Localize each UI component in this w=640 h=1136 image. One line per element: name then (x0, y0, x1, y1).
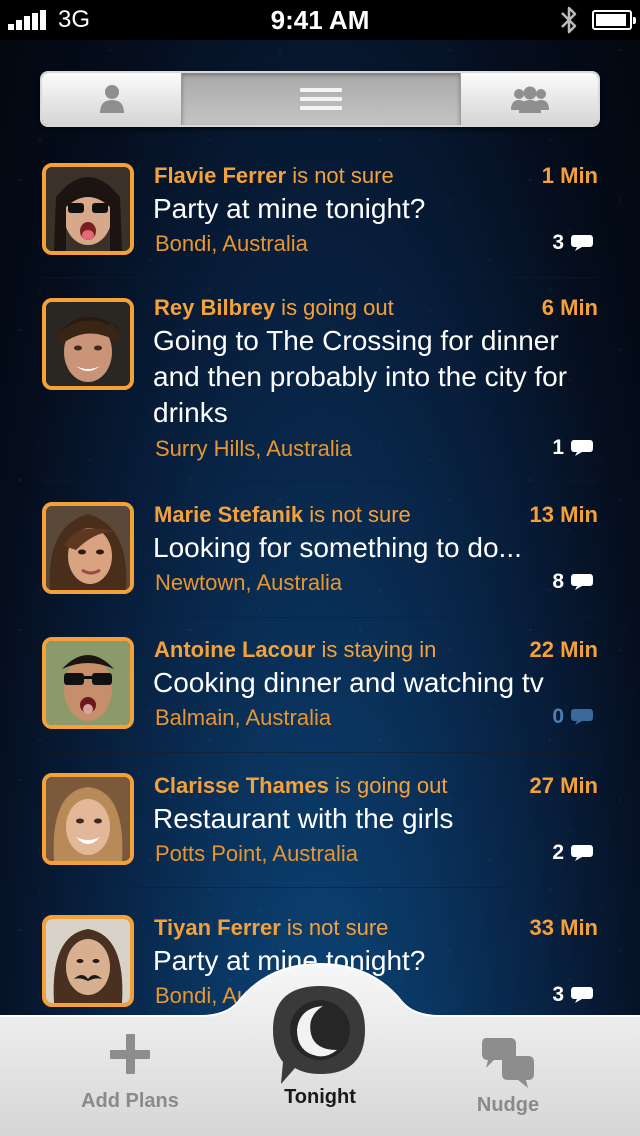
post-time: 33 Min (529, 915, 598, 940)
tab-nudge[interactable]: Nudge (438, 1036, 578, 1117)
post-time: 1 Min (541, 163, 598, 188)
user-status: is not sure (280, 915, 389, 940)
post-time: 6 Min (541, 295, 598, 320)
comment-count[interactable]: 3 (552, 231, 594, 255)
tab-bar: Add Plans Tonight Nudge (0, 960, 640, 1136)
comment-count[interactable]: 0 (552, 705, 594, 729)
segment-friends[interactable] (460, 73, 598, 125)
battery-icon (592, 10, 636, 30)
speech-bubble-icon (571, 235, 593, 251)
person-icon (99, 85, 124, 113)
user-status: is going out (275, 295, 394, 320)
status-time: 9:41 AM (270, 5, 370, 35)
speech-bubble-icon (571, 440, 593, 456)
plan-location: Surry Hills, Australia (155, 436, 352, 461)
plan-location: Potts Point, Australia (155, 841, 358, 866)
user-name[interactable]: Tiyan Ferrer (154, 915, 281, 940)
screen: 3G 9:41 AM Flavie Ferrer is not sure 1 M… (0, 0, 640, 1136)
user-status: is going out (328, 773, 448, 798)
post-time: 13 Min (529, 502, 598, 527)
moon-bubble-icon (273, 986, 365, 1084)
plan-text: Looking for something to do... (153, 532, 522, 563)
user-name[interactable]: Antoine Lacour (154, 637, 315, 662)
user-name[interactable]: Marie Stefanik (154, 502, 303, 527)
comment-count[interactable]: 2 (552, 841, 594, 865)
user-status: is not sure (303, 502, 411, 527)
divider (42, 752, 598, 753)
divider (42, 887, 598, 888)
user-status: is not sure (286, 163, 394, 188)
user-name[interactable]: Flavie Ferrer (154, 163, 286, 188)
user-name[interactable]: Clarisse Thames (154, 773, 329, 798)
speech-bubble-icon (571, 574, 593, 590)
list-icon (300, 88, 342, 110)
segment-everyone[interactable] (182, 73, 460, 125)
bluetooth-icon (561, 6, 577, 34)
speech-bubble-icon (571, 845, 593, 861)
plan-location: Newtown, Australia (155, 570, 343, 595)
segment-me[interactable] (42, 73, 182, 125)
post-time: 22 Min (529, 637, 598, 662)
avatar[interactable] (42, 502, 134, 594)
tab-add-plans[interactable]: Add Plans (60, 1032, 200, 1113)
avatar[interactable] (42, 163, 134, 255)
avatar[interactable] (42, 637, 134, 729)
tab-tonight[interactable]: Tonight (250, 980, 390, 1109)
group-icon (510, 86, 549, 113)
plan-text: Cooking dinner and watching tv (153, 667, 544, 698)
comment-count[interactable]: 8 (552, 570, 594, 594)
plan-location: Balmain, Australia (155, 705, 332, 730)
comment-count[interactable]: 1 (552, 436, 594, 460)
feed-filter-segmented-control (40, 71, 600, 127)
tab-label: Add Plans (81, 1090, 179, 1112)
plan-text: Restaurant with the girls (153, 803, 454, 834)
user-name[interactable]: Rey Bilbrey (154, 295, 275, 320)
tab-label: Nudge (476, 1094, 540, 1116)
avatar[interactable] (42, 298, 134, 390)
plan-location: Bondi, Australia (155, 231, 308, 256)
plan-text: Party at mine tonight? (153, 193, 426, 224)
tab-label: Tonight (284, 1086, 356, 1108)
user-status: is staying in (315, 637, 437, 662)
chat-bubbles-icon (482, 1038, 534, 1088)
divider (42, 617, 598, 618)
divider (42, 277, 598, 278)
speech-bubble-icon (571, 709, 593, 725)
avatar[interactable] (42, 773, 134, 865)
plus-icon (110, 1034, 150, 1074)
divider (42, 481, 598, 482)
plan-text: Going to The Crossing for dinner and the… (153, 325, 568, 428)
status-bar: 3G 9:41 AM (0, 0, 640, 40)
post-time: 27 Min (529, 773, 598, 798)
